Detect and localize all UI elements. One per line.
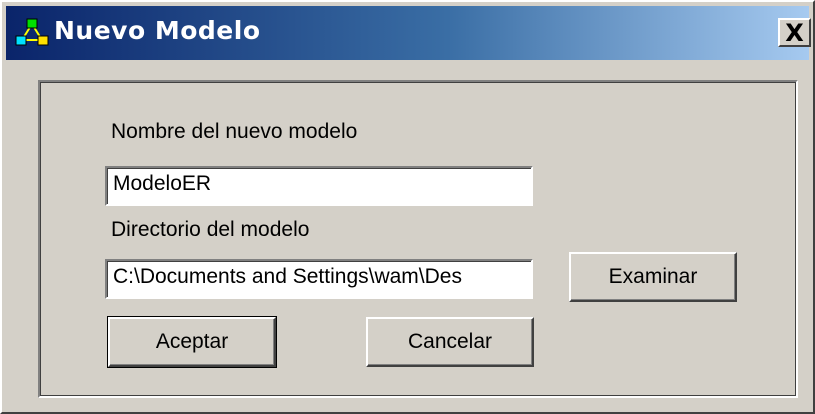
model-directory-input[interactable]: C:\Documents and Settings\wam\Des: [105, 259, 533, 299]
title-bar[interactable]: Nuevo Modelo X: [6, 6, 811, 60]
er-model-icon: [15, 18, 49, 46]
accept-button[interactable]: Aceptar: [107, 316, 277, 368]
close-button[interactable]: X: [778, 18, 811, 47]
window-title: Nuevo Modelo: [54, 16, 261, 45]
browse-button[interactable]: Examinar: [569, 252, 737, 302]
cancel-button[interactable]: Cancelar: [366, 317, 534, 367]
model-directory-label: Directorio del modelo: [111, 218, 310, 241]
dialog-window: Nuevo Modelo X Nombre del nuevo modelo M…: [0, 0, 815, 414]
model-name-label: Nombre del nuevo modelo: [111, 120, 358, 143]
close-icon: X: [785, 18, 804, 47]
model-name-input[interactable]: ModeloER: [105, 166, 533, 206]
